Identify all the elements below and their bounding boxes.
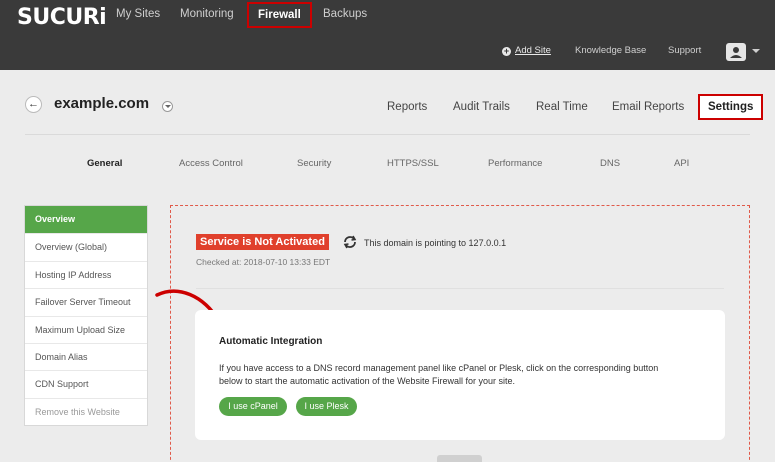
- knowledge-base-link[interactable]: Knowledge Base: [575, 45, 646, 56]
- sidebar-item-max-upload-size[interactable]: Maximum Upload Size: [25, 315, 147, 343]
- tab-settings[interactable]: Settings: [698, 94, 764, 120]
- nav-backups[interactable]: Backups: [323, 8, 367, 20]
- subtab-dns[interactable]: DNS: [600, 158, 620, 169]
- sidebar-item-remove-website[interactable]: Remove this Website: [25, 397, 147, 425]
- sucuri-logo[interactable]: SUCURi: [17, 5, 107, 30]
- card-description-line-1: If you have access to a DNS record manag…: [219, 363, 659, 373]
- subtab-general[interactable]: General: [87, 158, 122, 169]
- nav-firewall[interactable]: Firewall: [247, 2, 312, 28]
- site-dropdown-icon[interactable]: [162, 101, 173, 112]
- user-icon: [730, 47, 742, 58]
- add-site-label: Add Site: [515, 45, 551, 56]
- subtab-api[interactable]: API: [674, 158, 689, 169]
- plus-circle-icon: +: [502, 46, 511, 56]
- add-site-link[interactable]: + Add Site: [502, 45, 551, 56]
- back-arrow-button[interactable]: ←: [25, 96, 42, 113]
- sidebar-item-hosting-ip[interactable]: Hosting IP Address: [25, 260, 147, 288]
- checked-timestamp: Checked at: 2018-07-10 13:33 EDT: [196, 257, 331, 267]
- tab-reports[interactable]: Reports: [387, 101, 427, 113]
- sidebar-item-overview-global[interactable]: Overview (Global): [25, 233, 147, 260]
- nav-my-sites[interactable]: My Sites: [116, 8, 160, 20]
- tab-real-time[interactable]: Real Time: [536, 101, 588, 113]
- sidebar-item-overview[interactable]: Overview: [25, 206, 147, 234]
- sidebar-item-domain-alias[interactable]: Domain Alias: [25, 342, 147, 370]
- partial-button[interactable]: [437, 455, 482, 462]
- subtab-access-control[interactable]: Access Control: [179, 158, 243, 169]
- divider: [196, 288, 724, 289]
- plesk-button[interactable]: I use Plesk: [296, 397, 357, 416]
- cpanel-button[interactable]: I use cPanel: [219, 397, 287, 416]
- divider: [25, 134, 750, 135]
- user-menu-button[interactable]: [726, 43, 746, 61]
- settings-sidebar: Overview Overview (Global) Hosting IP Ad…: [24, 205, 148, 427]
- pointing-text: This domain is pointing to 127.0.0.1: [364, 238, 507, 248]
- nav-monitoring[interactable]: Monitoring: [180, 8, 234, 20]
- tab-email-reports[interactable]: Email Reports: [612, 101, 684, 113]
- card-description-line-2: below to start the automatic activation …: [219, 376, 515, 386]
- sidebar-item-cdn-support[interactable]: CDN Support: [25, 370, 147, 397]
- top-navbar: SUCURi My Sites Monitoring Firewall Back…: [0, 0, 775, 70]
- status-badge: Service is Not Activated: [196, 234, 329, 250]
- subtab-performance[interactable]: Performance: [488, 158, 542, 169]
- sidebar-item-failover-timeout[interactable]: Failover Server Timeout: [25, 288, 147, 315]
- chevron-down-icon[interactable]: [752, 49, 760, 53]
- subtab-https-ssl[interactable]: HTTPS/SSL: [387, 158, 439, 169]
- sync-icon[interactable]: [342, 235, 358, 249]
- card-title: Automatic Integration: [219, 336, 323, 347]
- site-title: example.com: [54, 95, 150, 112]
- subtab-security[interactable]: Security: [297, 158, 331, 169]
- tab-audit-trails[interactable]: Audit Trails: [453, 101, 510, 113]
- support-link[interactable]: Support: [668, 45, 701, 56]
